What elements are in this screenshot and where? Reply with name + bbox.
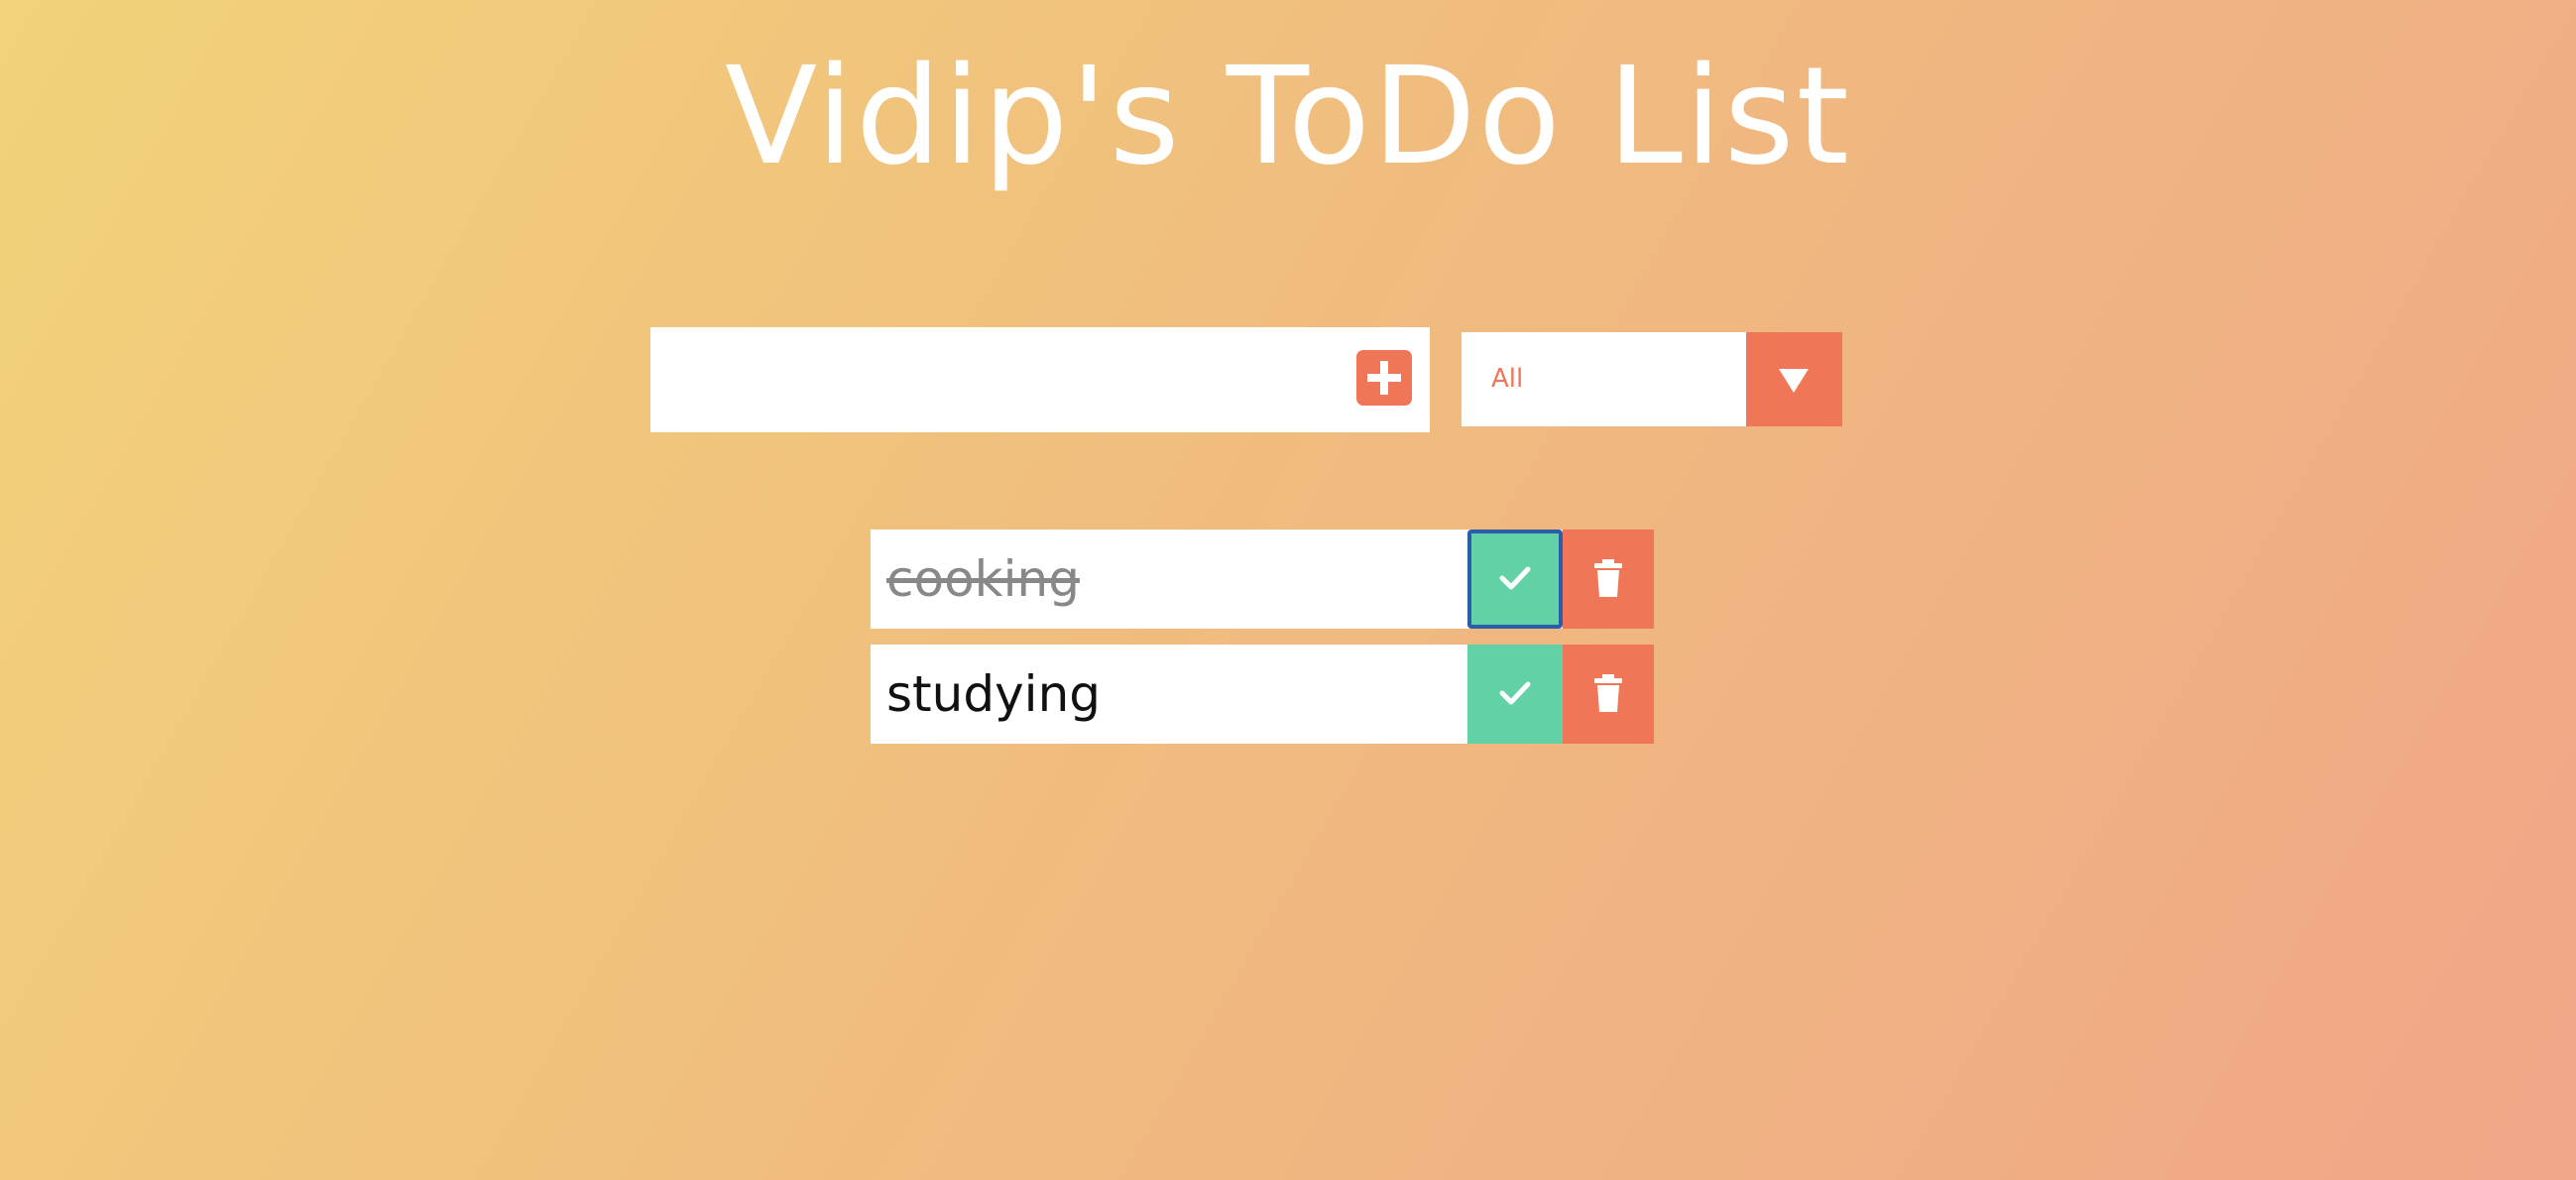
check-icon — [1499, 681, 1531, 705]
delete-button[interactable] — [1563, 645, 1654, 744]
todo-text: cooking — [886, 550, 1080, 608]
complete-button[interactable] — [1467, 645, 1563, 744]
todo-form: All — [650, 327, 1842, 432]
complete-button[interactable] — [1467, 530, 1563, 629]
check-icon — [1499, 566, 1531, 590]
page-title: Vidip's ToDo List — [725, 39, 1851, 195]
trash-icon — [1594, 674, 1622, 712]
todo-list: cooking studying — [871, 530, 1654, 760]
filter-dropdown-button[interactable] — [1746, 332, 1842, 426]
todo-item: cooking — [871, 530, 1654, 629]
add-todo-button[interactable] — [1356, 350, 1412, 406]
filter-selected-value: All — [1491, 364, 1524, 394]
todo-item: studying — [871, 645, 1654, 744]
delete-button[interactable] — [1563, 530, 1654, 629]
caret-down-icon — [1779, 369, 1809, 393]
trash-icon — [1594, 559, 1622, 597]
todo-input-wrapper — [650, 327, 1430, 432]
todo-input[interactable] — [650, 327, 1345, 432]
plus-icon — [1367, 361, 1401, 395]
filter-select[interactable]: All — [1462, 332, 1842, 426]
todo-text: studying — [886, 665, 1101, 723]
